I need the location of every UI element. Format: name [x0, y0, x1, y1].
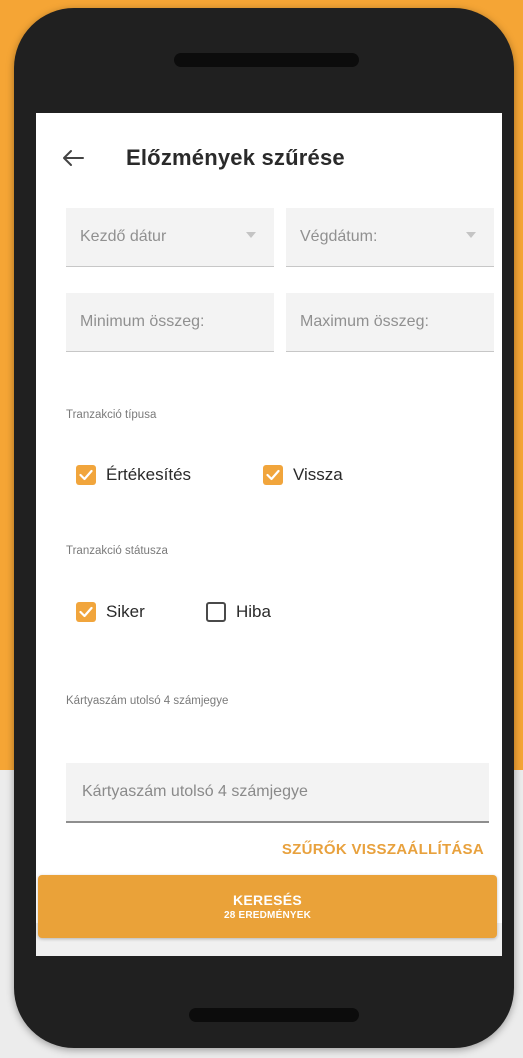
checkbox-checked-icon	[76, 602, 96, 622]
phone-speaker-bottom	[189, 1008, 359, 1022]
checkbox-refund-label: Vissza	[293, 465, 343, 484]
checkbox-sale-label: Értékesítés	[106, 465, 192, 484]
end-date-select[interactable]: Végdátum:	[286, 208, 494, 267]
checkbox-error-label: Hiba	[236, 602, 271, 621]
checkbox-checked-icon	[263, 465, 283, 485]
max-amount-field[interactable]: Maximum összeg:	[286, 293, 494, 352]
checkbox-sale[interactable]: Értékesítés	[76, 465, 191, 485]
arrow-left-icon[interactable]	[60, 145, 86, 171]
search-results-count: 28 EREDMÉNYEK	[223, 910, 312, 921]
checkbox-unchecked-icon	[206, 602, 226, 622]
card-number-label: Kártyaszám utolsó 4 számjegye	[66, 695, 229, 707]
end-date-placeholder: Végdátum:	[300, 228, 378, 245]
checkbox-success[interactable]: Siker	[76, 602, 145, 622]
min-amount-placeholder: Minimum összeg:	[80, 313, 205, 330]
app-screen: Előzmények szűrése Kezdő dátur Végdátum:…	[36, 113, 502, 956]
chevron-down-icon	[246, 232, 256, 238]
checkbox-error[interactable]: Hiba	[206, 602, 271, 622]
search-button[interactable]: KERESÉS 28 EREDMÉNYEK	[38, 875, 497, 938]
checkbox-refund[interactable]: Vissza	[263, 465, 343, 485]
checkbox-checked-icon	[76, 465, 96, 485]
card-number-input[interactable]	[80, 775, 479, 809]
search-button-label: KERESÉS	[232, 892, 302, 908]
max-amount-placeholder: Maximum összeg:	[300, 313, 429, 330]
reset-filters-button[interactable]: SZŰRŐK VISSZAÁLLÍTÁSA	[282, 841, 484, 858]
phone-speaker-top	[174, 53, 359, 67]
checkbox-success-label: Siker	[106, 602, 145, 621]
start-date-select[interactable]: Kezdő dátur	[66, 208, 274, 267]
chevron-down-icon	[466, 232, 476, 238]
start-date-placeholder: Kezdő dátur	[80, 228, 167, 245]
card-number-field[interactable]	[66, 763, 489, 823]
transaction-type-label: Tranzakció típusa	[66, 409, 157, 421]
page-title: Előzmények szűrése	[126, 145, 345, 170]
min-amount-field[interactable]: Minimum összeg:	[66, 293, 274, 352]
transaction-status-label: Tranzakció státusza	[66, 545, 168, 557]
